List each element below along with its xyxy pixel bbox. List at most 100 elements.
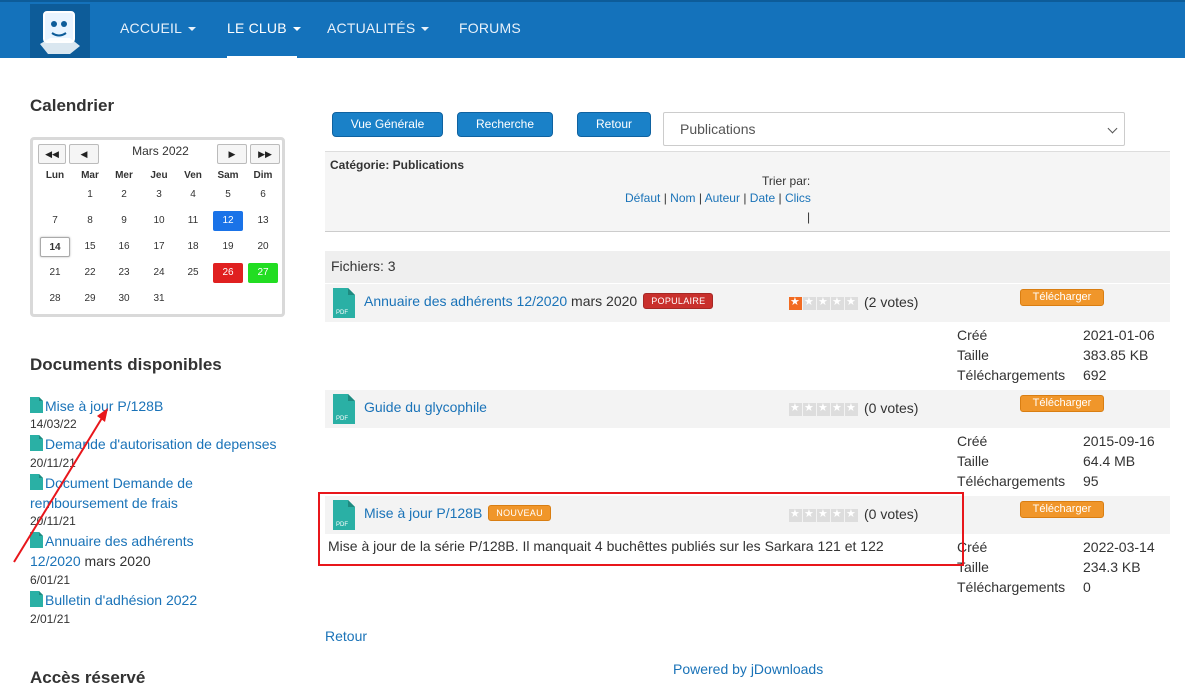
pdf-icon: PDF (333, 394, 355, 424)
weekday-header: Mar (81, 170, 99, 181)
category-select[interactable]: Publications (663, 112, 1125, 146)
file-title-link[interactable]: Annuaire des adhérents 12/2020 (364, 293, 567, 309)
nav-accueil[interactable]: ACCUEIL (120, 20, 197, 36)
calendar-day[interactable]: 20 (248, 237, 278, 257)
sort-links: Défaut | Nom | Auteur | Date | Clics (625, 191, 811, 205)
calendar-day[interactable]: 16 (109, 237, 139, 257)
calendar-day[interactable]: 17 (144, 237, 174, 257)
star-icon[interactable] (817, 295, 830, 311)
calendar-day[interactable]: 29 (75, 289, 105, 309)
calendar-day[interactable]: 28 (40, 289, 70, 309)
nav-forums[interactable]: FORUMS (459, 20, 521, 36)
site-logo[interactable] (30, 4, 90, 58)
star-icon[interactable] (803, 295, 816, 311)
sort-default[interactable]: Défaut (625, 191, 660, 205)
calendar-day[interactable]: 19 (213, 237, 243, 257)
document-title[interactable]: Document Demande de (45, 475, 193, 491)
calendar-day[interactable]: 3 (144, 185, 174, 205)
svg-text:PDF: PDF (336, 416, 348, 422)
calendar-day[interactable]: 6 (248, 185, 278, 205)
document-link[interactable]: Bulletin d'adhésion 2022 (30, 590, 197, 610)
calendar-day[interactable]: 1 (75, 185, 105, 205)
calendar-day[interactable]: 14 (40, 237, 70, 257)
star-icon[interactable] (803, 401, 816, 417)
weekday-header: Sam (217, 170, 239, 181)
calendar-day[interactable]: 24 (144, 263, 174, 283)
next-month-button[interactable]: ▶ (217, 144, 247, 164)
document-title[interactable]: Annuaire des adhérents (45, 533, 194, 549)
document-date: 14/03/22 (30, 417, 77, 431)
sort-date[interactable]: Date (750, 191, 775, 205)
star-icon[interactable] (831, 401, 844, 417)
calendar-day[interactable]: 26 (213, 263, 243, 283)
calendar-day[interactable]: 10 (144, 211, 174, 231)
reserved-access-heading: Accès réservé (30, 668, 146, 687)
sort-name[interactable]: Nom (670, 191, 695, 205)
document-link[interactable]: Annuaire des adhérents 12/2020 mars 2020 (30, 531, 194, 571)
annotation-highlight-box (318, 492, 964, 566)
calendar-day[interactable]: 23 (109, 263, 139, 283)
star-icon[interactable] (831, 295, 844, 311)
document-title-cont[interactable]: remboursement de frais (30, 495, 178, 511)
chevron-down-icon (1107, 123, 1118, 134)
file-title-suffix: mars 2020 (567, 293, 638, 309)
document-title[interactable]: Mise à jour P/128B (45, 398, 163, 414)
calendar-day[interactable]: 9 (109, 211, 139, 231)
meta-values: 2022-03-14 234.3 KB 0 (1083, 539, 1155, 595)
calendar-day[interactable]: 7 (40, 211, 70, 231)
star-icon[interactable] (789, 295, 802, 311)
calendar-day[interactable]: 8 (75, 211, 105, 231)
footer-back-link[interactable]: Retour (325, 628, 367, 644)
document-link[interactable]: Document Demande de remboursement de fra… (30, 473, 193, 513)
nav-le-club[interactable]: LE CLUB (227, 20, 301, 36)
document-title-cont[interactable]: 12/2020 (30, 553, 81, 569)
calendar-day[interactable]: 25 (178, 263, 208, 283)
rating-stars[interactable] (789, 401, 859, 419)
calendar-day[interactable]: 11 (178, 211, 208, 231)
calendar-day[interactable]: 4 (178, 185, 208, 205)
sort-author[interactable]: Auteur (705, 191, 740, 205)
prev-month-button[interactable]: ◀ (69, 144, 99, 164)
file-row: PDF Guide du glycophile (0 votes) Téléch… (325, 390, 1170, 428)
category-title: Catégorie: Publications (330, 158, 465, 172)
star-icon[interactable] (845, 295, 858, 311)
overview-button[interactable]: Vue Générale (332, 112, 443, 137)
svg-text:PDF: PDF (336, 310, 348, 316)
sort-clicks[interactable]: Clics (785, 191, 811, 205)
file-title-link[interactable]: Guide du glycophile (364, 399, 487, 415)
star-icon[interactable] (817, 401, 830, 417)
calendar-day[interactable]: 5 (213, 185, 243, 205)
prev-year-button[interactable]: ◀◀ (38, 144, 66, 164)
search-button[interactable]: Recherche (457, 112, 553, 137)
calendar-day[interactable]: 2 (109, 185, 139, 205)
document-link[interactable]: Mise à jour P/128B (30, 396, 163, 416)
download-button[interactable]: Télécharger (1020, 289, 1104, 306)
download-button[interactable]: Télécharger (1020, 501, 1104, 518)
next-year-button[interactable]: ▶▶ (250, 144, 280, 164)
meta-labels: Créé Taille Téléchargements (957, 539, 1066, 595)
calendar-day[interactable]: 21 (40, 263, 70, 283)
document-title[interactable]: Bulletin d'adhésion 2022 (45, 592, 197, 608)
calendar-day[interactable]: 30 (109, 289, 139, 309)
back-button[interactable]: Retour (577, 112, 651, 137)
rating-stars[interactable] (789, 295, 859, 313)
calendar-day[interactable]: 31 (144, 289, 174, 309)
document-title[interactable]: Demande d'autorisation de depenses (45, 436, 277, 452)
calendar-day[interactable]: 27 (248, 263, 278, 283)
calendar-day[interactable]: 22 (75, 263, 105, 283)
star-icon[interactable] (789, 401, 802, 417)
weekday-header: Mer (115, 170, 133, 181)
document-link[interactable]: Demande d'autorisation de depenses (30, 434, 277, 454)
files-count: Fichiers: 3 (325, 251, 1170, 283)
download-button[interactable]: Télécharger (1020, 395, 1104, 412)
star-icon[interactable] (845, 401, 858, 417)
calendar-day[interactable]: 15 (75, 237, 105, 257)
document-date: 2/01/21 (30, 612, 71, 626)
calendar-day[interactable]: 18 (178, 237, 208, 257)
calendar-day[interactable]: 12 (213, 211, 243, 231)
document-suffix: mars 2020 (80, 553, 151, 569)
calendar-day[interactable]: 13 (248, 211, 278, 231)
powered-by-link[interactable]: Powered by jDownloads (673, 661, 823, 677)
nav-actualites[interactable]: ACTUALITÉS (327, 20, 430, 36)
calendar: ◀◀ ◀ Mars 2022 ▶ ▶▶ Lun Mar Mer Jeu Ven Sam Di… (30, 137, 285, 317)
